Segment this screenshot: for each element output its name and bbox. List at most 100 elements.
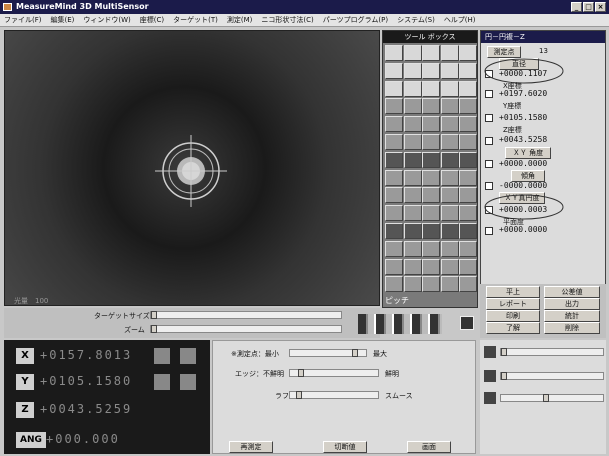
tool-button[interactable] [422,276,441,293]
tool-button[interactable] [385,258,403,275]
menu-file[interactable]: ファイル(F) [4,14,42,26]
camera-settings-icon[interactable] [460,316,474,330]
menu-measure[interactable]: 測定(M) [227,14,253,26]
tool-button[interactable] [385,151,403,168]
tool-button[interactable] [422,223,441,239]
color-palette[interactable] [358,314,442,334]
tool-button[interactable] [440,134,459,150]
tool-button[interactable] [440,98,459,115]
statistics-button[interactable]: 統計 [544,310,600,322]
output-button[interactable]: 出力 [544,298,600,310]
light-top-icon[interactable] [484,346,496,358]
flatness-check[interactable] [485,227,493,235]
tool-button[interactable] [422,62,441,79]
menu-window[interactable]: ウィンドウ(W) [83,14,130,26]
rough-slider[interactable] [289,391,379,399]
tilt-check[interactable] [485,182,493,190]
tool-button[interactable] [440,258,459,275]
tool-button[interactable] [440,62,459,79]
points-slider[interactable] [289,349,367,357]
xy-angle-check[interactable] [485,160,493,168]
light-ring-icon[interactable] [484,370,496,382]
tool-button[interactable] [459,205,478,222]
light-top-slider[interactable] [500,348,604,356]
tool-button[interactable] [459,169,478,186]
maximize-button[interactable]: □ [583,2,594,12]
tool-button[interactable] [403,169,422,186]
y-check[interactable] [485,114,493,122]
menu-help[interactable]: ヘルプ(H) [444,14,476,26]
tool-button[interactable] [459,116,478,133]
tool-button[interactable] [459,134,478,150]
menu-coords[interactable]: 座標(C) [140,14,164,26]
tool-button[interactable] [403,80,422,97]
x-check[interactable] [485,90,493,98]
tool-button[interactable] [422,98,441,115]
tool-button[interactable] [459,98,478,115]
tool-button[interactable] [459,151,478,168]
tool-button[interactable] [459,45,478,61]
tool-button[interactable] [385,62,403,79]
tool-button[interactable] [440,151,459,168]
tool-button[interactable] [385,45,403,61]
z-check[interactable] [485,137,493,145]
menu-part-program[interactable]: パーツプログラム(P) [323,14,388,26]
tool-button[interactable] [403,151,422,168]
tolerance-button[interactable]: 公差値 [544,286,600,298]
light-bottom-icon[interactable] [484,392,496,404]
tool-button[interactable] [459,240,478,257]
minimize-button[interactable]: _ [571,2,582,12]
tool-button[interactable] [385,205,403,222]
cutoff-button[interactable]: 切断値 [323,441,367,453]
zero-y-icon[interactable] [154,374,170,390]
tool-button[interactable] [385,223,403,239]
tool-button[interactable] [440,80,459,97]
menu-target[interactable]: ターゲット(T) [173,14,218,26]
upper-button[interactable]: 平上 [486,286,540,298]
tool-button[interactable] [440,205,459,222]
tool-button[interactable] [385,169,403,186]
tool-button[interactable] [459,276,478,293]
zoom-slider[interactable] [150,325,342,333]
tool-button[interactable] [440,169,459,186]
tool-button[interactable] [403,240,422,257]
close-button[interactable]: × [595,2,606,12]
menu-system[interactable]: システム(S) [397,14,435,26]
tool-button[interactable] [403,45,422,61]
tool-button[interactable] [385,98,403,115]
tool-button[interactable] [385,276,403,293]
xy-angle-button[interactable]: ＸＹ 角度 [505,147,551,159]
zero-x-icon[interactable] [154,348,170,364]
tool-button[interactable] [440,116,459,133]
tool-button[interactable] [403,116,422,133]
tool-button[interactable] [422,134,441,150]
tool-button[interactable] [385,134,403,150]
tool-button[interactable] [422,80,441,97]
tool-button[interactable] [403,187,422,204]
tool-button[interactable] [422,258,441,275]
tool-button[interactable] [385,80,403,97]
tool-button[interactable] [422,240,441,257]
report-button[interactable]: レポート [486,298,540,310]
ok-button[interactable]: 了解 [486,322,540,334]
tool-button[interactable] [385,116,403,133]
menu-edit[interactable]: 編集(E) [51,14,75,26]
tool-button[interactable] [459,62,478,79]
camera-view[interactable] [4,30,380,306]
menu-shape[interactable]: ニコ形状寸法(C) [261,14,313,26]
tool-button[interactable] [403,223,422,239]
tool-button[interactable] [422,169,441,186]
tool-button[interactable] [459,187,478,204]
tool-button[interactable] [422,45,441,61]
light-bottom-slider[interactable] [500,394,604,402]
edge-slider[interactable] [289,369,379,377]
tool-button[interactable] [459,258,478,275]
tool-button[interactable] [403,62,422,79]
tool-button[interactable] [403,276,422,293]
tool-button[interactable] [459,223,478,239]
tool-button[interactable] [422,116,441,133]
print-button[interactable]: 印刷 [486,310,540,322]
tool-button[interactable] [440,187,459,204]
target-size-slider[interactable] [150,311,342,319]
tool-button[interactable] [422,187,441,204]
